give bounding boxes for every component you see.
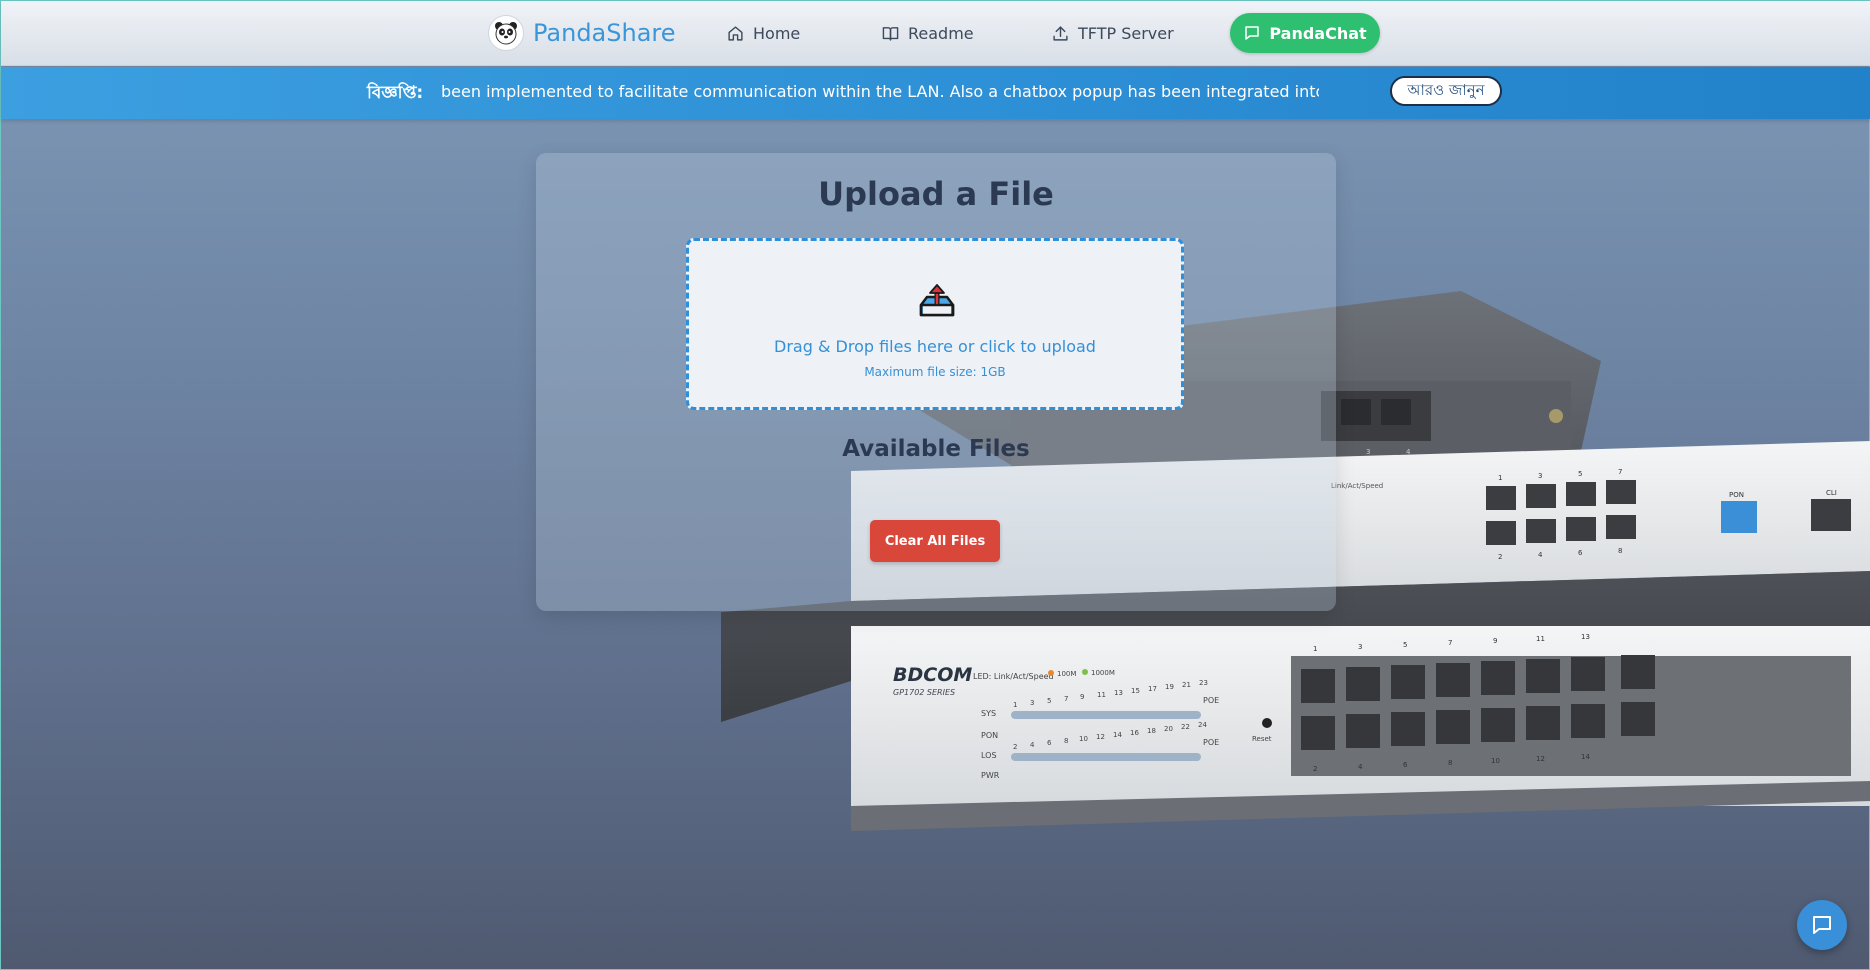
svg-text:3: 3 xyxy=(1358,643,1362,651)
device-reset-label: Reset xyxy=(1252,735,1272,743)
svg-text:8: 8 xyxy=(1448,759,1452,767)
svg-text:7: 7 xyxy=(1448,639,1452,647)
device-status-label: PWR xyxy=(981,771,1000,780)
upload-card: Upload a File Drag & Drop files here or … xyxy=(536,153,1336,611)
device-poe-label: POE xyxy=(1203,696,1219,705)
book-icon xyxy=(882,26,899,41)
mid-cli-label: CLI xyxy=(1826,489,1837,497)
home-icon xyxy=(728,25,743,41)
mid-led-label: Link/Act/Speed xyxy=(1331,482,1383,490)
chat-bubble-icon xyxy=(1245,26,1260,40)
nav-tftp-server[interactable]: TFTP Server xyxy=(1052,19,1174,47)
svg-text:8: 8 xyxy=(1064,737,1068,745)
upload-title: Upload a File xyxy=(818,175,1054,213)
device-legend-100m: 100M xyxy=(1057,670,1076,678)
svg-text:11: 11 xyxy=(1097,691,1106,699)
svg-text:14: 14 xyxy=(1113,731,1122,739)
mid-port-number: 1 xyxy=(1498,474,1502,482)
notice-bar: বিজ্ঞপ্তি: been implemented to facilitat… xyxy=(1,67,1870,119)
pandachat-label: PandaChat xyxy=(1269,23,1367,43)
dropzone-max-size: Maximum file size: 1GB xyxy=(864,365,1006,379)
svg-text:17: 17 xyxy=(1148,685,1157,693)
mid-port-number: 3 xyxy=(1538,472,1542,480)
svg-text:9: 9 xyxy=(1080,693,1084,701)
svg-text:14: 14 xyxy=(1581,753,1590,761)
svg-text:13: 13 xyxy=(1581,633,1590,641)
mid-port-number: 7 xyxy=(1618,468,1622,476)
svg-text:19: 19 xyxy=(1165,683,1174,691)
pandachat-button[interactable]: PandaChat xyxy=(1230,13,1380,53)
mid-port-number: 4 xyxy=(1538,551,1543,559)
svg-text:9: 9 xyxy=(1493,637,1497,645)
svg-text:2: 2 xyxy=(1313,765,1317,773)
svg-text:13: 13 xyxy=(1114,689,1123,697)
notice-text: been implemented to facilitate communica… xyxy=(441,82,1319,101)
brand-name: PandaShare xyxy=(533,19,676,47)
chat-popup-button[interactable] xyxy=(1797,900,1847,950)
file-dropzone[interactable]: Drag & Drop files here or click to uploa… xyxy=(686,238,1184,410)
svg-text:22: 22 xyxy=(1181,723,1190,731)
back-port-number: 3 xyxy=(1366,448,1370,456)
notice-label: বিজ্ঞপ্তি: xyxy=(367,83,424,103)
svg-text:4: 4 xyxy=(1030,741,1035,749)
svg-text:1: 1 xyxy=(1013,701,1017,709)
mid-port-number: 5 xyxy=(1578,470,1582,478)
brand-link[interactable]: PandaShare xyxy=(488,15,676,51)
notice-marquee: been implemented to facilitate communica… xyxy=(439,67,1319,119)
svg-text:11: 11 xyxy=(1536,635,1545,643)
device-legend-1000m: 1000M xyxy=(1091,669,1115,677)
available-files-title: Available Files xyxy=(842,436,1030,462)
device-led-label: LED: Link/Act/Speed xyxy=(973,672,1054,681)
svg-text:23: 23 xyxy=(1199,679,1208,687)
top-navbar: PandaShare Home Readme TFTP Server Panda… xyxy=(1,1,1870,66)
mid-port-number: 6 xyxy=(1578,549,1583,557)
svg-text:21: 21 xyxy=(1182,681,1191,689)
svg-text:4: 4 xyxy=(1358,763,1363,771)
mid-port-number: 2 xyxy=(1498,553,1502,561)
nav-home-label: Home xyxy=(753,23,801,43)
svg-text:5: 5 xyxy=(1403,641,1407,649)
svg-text:10: 10 xyxy=(1079,735,1088,743)
nav-home[interactable]: Home xyxy=(727,19,800,47)
svg-text:12: 12 xyxy=(1536,755,1545,763)
clear-all-files-button[interactable]: Clear All Files xyxy=(870,520,1000,562)
svg-text:6: 6 xyxy=(1047,739,1052,747)
device-model: GP1702 SERIES xyxy=(893,688,955,697)
svg-text:10: 10 xyxy=(1491,757,1500,765)
svg-text:12: 12 xyxy=(1096,733,1105,741)
nav-readme-label: Readme xyxy=(908,23,974,43)
svg-text:18: 18 xyxy=(1147,727,1156,735)
svg-text:2: 2 xyxy=(1013,743,1017,751)
svg-text:24: 24 xyxy=(1198,721,1207,729)
device-status-label: SYS xyxy=(981,709,996,718)
device-status-label: LOS xyxy=(981,751,997,760)
nav-readme[interactable]: Readme xyxy=(882,19,974,47)
mid-pon-label: PON xyxy=(1729,491,1744,499)
svg-text:20: 20 xyxy=(1164,725,1173,733)
upload-icon xyxy=(1053,25,1068,41)
svg-text:5: 5 xyxy=(1047,697,1051,705)
svg-text:7: 7 xyxy=(1064,695,1068,703)
upload-tray-icon xyxy=(919,284,955,317)
mid-port-number: 8 xyxy=(1618,547,1622,555)
svg-text:15: 15 xyxy=(1131,687,1140,695)
svg-text:6: 6 xyxy=(1403,761,1408,769)
nav-tftp-label: TFTP Server xyxy=(1078,23,1174,43)
svg-text:16: 16 xyxy=(1130,729,1139,737)
panda-logo-icon xyxy=(488,15,524,51)
dropzone-text: Drag & Drop files here or click to uploa… xyxy=(774,337,1096,356)
device-brand: BDCOM xyxy=(893,664,972,686)
learn-more-button[interactable]: আরও জানুন xyxy=(1390,76,1502,106)
svg-text:1: 1 xyxy=(1313,645,1317,653)
svg-text:3: 3 xyxy=(1030,699,1034,707)
device-status-label: PON xyxy=(981,731,998,740)
chat-bubble-icon xyxy=(1813,916,1831,934)
device-poe-label: POE xyxy=(1203,738,1219,747)
